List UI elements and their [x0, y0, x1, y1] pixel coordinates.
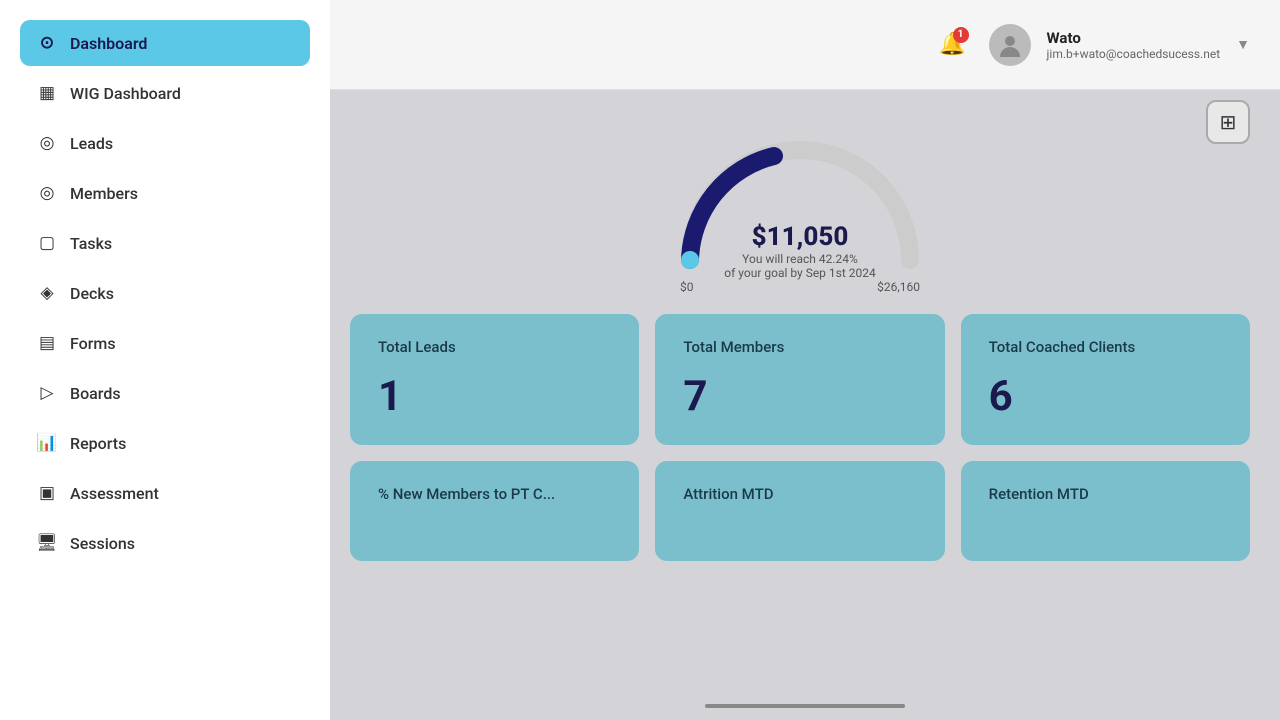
bottom-card-1: Attrition MTD — [655, 461, 944, 561]
forms-label: Forms — [70, 334, 116, 353]
sidebar-item-boards[interactable]: ▷ Boards — [20, 370, 310, 416]
notification-button[interactable]: 🔔 1 — [933, 25, 973, 65]
main-wrapper: 🔔 1 Wato jim.b+wato@coachedsucess.net ▼ … — [330, 0, 1280, 720]
user-info: Wato jim.b+wato@coachedsucess.net — [1047, 29, 1221, 61]
sidebar-item-sessions[interactable]: 🖥 Sessions — [20, 520, 310, 566]
bottom-card-title-1: Attrition MTD — [683, 485, 916, 503]
header: 🔔 1 Wato jim.b+wato@coachedsucess.net ▼ — [330, 0, 1280, 90]
sessions-label: Sessions — [70, 534, 135, 553]
stat-card-1: Total Members 7 — [655, 314, 944, 445]
user-email: jim.b+wato@coachedsucess.net — [1047, 47, 1221, 61]
sidebar-item-forms[interactable]: ▤ Forms — [20, 320, 310, 366]
stat-card-0: Total Leads 1 — [350, 314, 639, 445]
stat-card-value-0: 1 — [378, 372, 611, 421]
gauge-chart: $11,050 You will reach 42.24% of your go… — [670, 120, 930, 290]
bottom-card-title-2: Retention MTD — [989, 485, 1222, 503]
sidebar-item-tasks[interactable]: ▢ Tasks — [20, 220, 310, 266]
stat-card-2: Total Coached Clients 6 — [961, 314, 1250, 445]
grid-toggle-button[interactable]: ⊞ — [1206, 100, 1250, 144]
stat-card-value-1: 7 — [683, 372, 916, 421]
reports-label: Reports — [70, 434, 126, 453]
gauge-subtitle-line2: of your goal by Sep 1st 2024 — [724, 266, 875, 280]
stat-card-title-0: Total Leads — [378, 338, 611, 356]
stat-card-value-2: 6 — [989, 372, 1222, 421]
stats-row: Total Leads 1 Total Members 7 Total Coached … — [350, 314, 1250, 445]
sidebar-item-decks[interactable]: ◈ Decks — [20, 270, 310, 316]
bottom-card-2: Retention MTD — [961, 461, 1250, 561]
forms-icon: ▤ — [36, 332, 58, 354]
gauge-text: $11,050 You will reach 42.24% of your go… — [724, 222, 875, 280]
dashboard-label: Dashboard — [70, 34, 147, 53]
sidebar-item-members[interactable]: ◎ Members — [20, 170, 310, 216]
chevron-down-icon[interactable]: ▼ — [1236, 36, 1250, 53]
leads-icon: ◎ — [36, 132, 58, 154]
assessment-label: Assessment — [70, 484, 159, 503]
sidebar-item-leads[interactable]: ◎ Leads — [20, 120, 310, 166]
decks-label: Decks — [70, 284, 114, 303]
stat-card-title-1: Total Members — [683, 338, 916, 356]
leads-label: Leads — [70, 134, 113, 153]
boards-label: Boards — [70, 384, 121, 403]
dashboard-content: $11,050 You will reach 42.24% of your go… — [330, 90, 1280, 720]
bottom-card-title-0: % New Members to PT C... — [378, 485, 611, 503]
tasks-icon: ▢ — [36, 232, 58, 254]
gauge-subtitle-line1: You will reach 42.24% — [724, 252, 875, 266]
reports-icon: 📊 — [36, 432, 58, 454]
user-name: Wato — [1047, 29, 1221, 47]
grid-icon: ⊞ — [1220, 110, 1237, 134]
sessions-icon: 🖥 — [36, 532, 58, 554]
tasks-label: Tasks — [70, 234, 112, 253]
notification-badge: 1 — [953, 27, 969, 43]
avatar — [989, 24, 1031, 66]
bottom-card-0: % New Members to PT C... — [350, 461, 639, 561]
decks-icon: ◈ — [36, 282, 58, 304]
sidebar-item-reports[interactable]: 📊 Reports — [20, 420, 310, 466]
wig-dashboard-icon: ▦ — [36, 82, 58, 104]
stat-card-title-2: Total Coached Clients — [989, 338, 1222, 356]
dashboard-icon: ⊙ — [36, 32, 58, 54]
sidebar-item-assessment[interactable]: ▣ Assessment — [20, 470, 310, 516]
scroll-indicator — [705, 704, 905, 708]
members-label: Members — [70, 184, 138, 203]
assessment-icon: ▣ — [36, 482, 58, 504]
wig-dashboard-label: WIG Dashboard — [70, 84, 181, 103]
boards-icon: ▷ — [36, 382, 58, 404]
gauge-section: $11,050 You will reach 42.24% of your go… — [350, 110, 1250, 314]
sidebar-item-dashboard[interactable]: ⊙ Dashboard — [20, 20, 310, 66]
bottom-row: % New Members to PT C... Attrition MTD Ret… — [350, 461, 1250, 561]
sidebar-item-wig-dashboard[interactable]: ▦ WIG Dashboard — [20, 70, 310, 116]
sidebar: ⊙ Dashboard ▦ WIG Dashboard ◎ Leads ◎ Members ▢ T… — [0, 0, 330, 720]
gauge-amount: $11,050 — [724, 222, 875, 252]
members-icon: ◎ — [36, 182, 58, 204]
